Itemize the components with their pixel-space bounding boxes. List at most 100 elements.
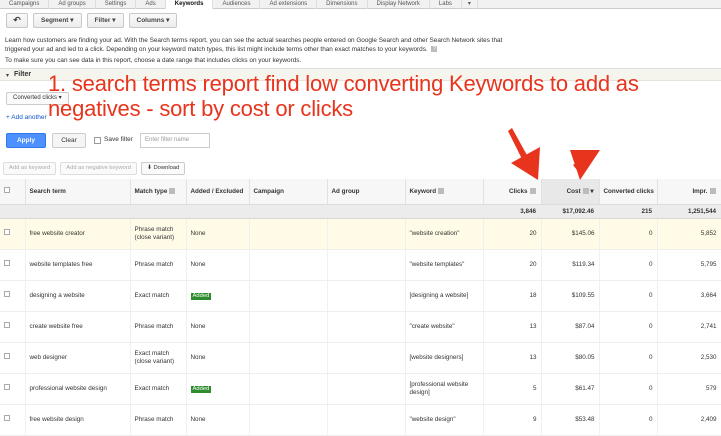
row-checkbox[interactable]: [4, 353, 10, 360]
cell-added-excluded: Added: [186, 280, 250, 312]
row-checkbox-cell[interactable]: [0, 373, 26, 405]
cell-keyword: [professional website design]: [405, 373, 484, 405]
cell-converted-clicks: 0: [599, 280, 658, 312]
row-checkbox-cell[interactable]: [0, 280, 26, 312]
cell-added-excluded: Added: [186, 373, 250, 405]
cell-cost: $109.55: [541, 280, 600, 312]
cell-match-type: Phrase match: [130, 404, 187, 436]
header-label: Keyword: [409, 187, 437, 195]
cell-clicks: 18: [483, 280, 542, 312]
tab-audiences[interactable]: Audiences: [213, 0, 261, 9]
header-cost[interactable]: Cost ▾: [541, 179, 600, 205]
cell-match-type: Exact match: [130, 373, 187, 405]
header-keyword[interactable]: Keyword: [405, 179, 484, 205]
table-row[interactable]: web designer Exact match (close variant) N…: [0, 342, 721, 374]
table-row[interactable]: website templates free Phrase match None "w…: [0, 249, 721, 281]
tab-labs[interactable]: Labs: [430, 0, 462, 9]
cell-keyword: "website creation": [405, 218, 484, 250]
cell-impressions: 2,741: [657, 311, 721, 343]
select-all-checkbox[interactable]: [4, 187, 10, 194]
help-icon[interactable]: [709, 188, 716, 195]
collapse-arrow-icon[interactable]: ▾: [6, 72, 9, 79]
clear-button[interactable]: Clear: [52, 133, 86, 148]
cell-match-type: Phrase match: [130, 249, 187, 281]
table-row[interactable]: create website free Phrase match None "crea…: [0, 311, 721, 343]
tab-display-network[interactable]: Display Network: [368, 0, 430, 9]
help-icon[interactable]: [169, 188, 176, 195]
row-checkbox[interactable]: [4, 260, 10, 267]
apply-button[interactable]: Apply: [6, 133, 46, 148]
row-checkbox-cell[interactable]: [0, 404, 26, 436]
cell-keyword: "create website": [405, 311, 484, 343]
help-icon[interactable]: [582, 188, 589, 195]
row-checkbox[interactable]: [4, 384, 10, 391]
row-checkbox[interactable]: [4, 322, 10, 329]
cell-cost: $80.05: [541, 342, 600, 374]
cell-campaign: [249, 218, 328, 250]
tab-settings[interactable]: Settings: [96, 0, 137, 9]
help-icon[interactable]: ?: [431, 45, 438, 52]
header-match-type[interactable]: Match type: [130, 179, 187, 205]
cell-ad-group: [327, 249, 406, 281]
header-label: Search term: [29, 187, 66, 195]
segment-dropdown[interactable]: Segment ▾: [33, 13, 82, 28]
row-checkbox[interactable]: [4, 415, 10, 422]
header-impressions[interactable]: Impr.: [657, 179, 721, 205]
table-actions: Add as keyword Add as negative keyword ⬇…: [0, 162, 186, 175]
row-checkbox[interactable]: [4, 291, 10, 298]
add-as-negative-keyword-button[interactable]: Add as negative keyword: [60, 162, 138, 175]
tab-ads[interactable]: Ads: [136, 0, 166, 9]
row-checkbox-cell[interactable]: [0, 218, 26, 250]
added-status: None: [190, 229, 206, 237]
tab-ad-groups[interactable]: Ad groups: [49, 0, 96, 9]
cell-cost: $145.06: [541, 218, 600, 250]
filter-name-input[interactable]: Enter filter name: [140, 133, 210, 148]
add-as-keyword-button[interactable]: Add as keyword: [3, 162, 57, 175]
help-icon[interactable]: [438, 188, 445, 195]
date-range-note: To make sure you can see data in this re…: [5, 57, 302, 64]
select-all-checkbox-cell[interactable]: [0, 179, 26, 205]
help-icon[interactable]: [529, 188, 536, 195]
filter-condition-select[interactable]: Converted clicks ▾: [6, 92, 69, 105]
added-status: None: [190, 415, 206, 423]
table-row[interactable]: designing a website Exact match Added [desi…: [0, 280, 721, 312]
cell-impressions: 5,795: [657, 249, 721, 281]
row-checkbox-cell[interactable]: [0, 249, 26, 281]
header-search-term[interactable]: Search term: [25, 179, 131, 205]
row-checkbox[interactable]: [4, 229, 10, 236]
cell-ad-group: [327, 373, 406, 405]
cell-keyword: "website templates": [405, 249, 484, 281]
cell-added-excluded: None: [186, 218, 250, 250]
header-ad-group[interactable]: Ad group: [327, 179, 406, 205]
cell-converted-clicks: 0: [599, 218, 658, 250]
tab-dimensions[interactable]: Dimensions: [317, 0, 368, 9]
header-clicks[interactable]: Clicks: [483, 179, 542, 205]
columns-dropdown[interactable]: Columns ▾: [128, 13, 178, 28]
cell-match-type: Exact match: [130, 280, 187, 312]
filter-panel: ▾ Filter Converted clicks ▾ + Add anothe…: [0, 68, 721, 156]
row-checkbox-cell[interactable]: [0, 342, 26, 374]
header-label: Match type: [134, 187, 168, 195]
cell-clicks: 20: [483, 249, 542, 281]
download-button[interactable]: ⬇ Download: [141, 162, 186, 175]
tab-ad-extensions[interactable]: Ad extensions: [260, 0, 318, 9]
tab-more-dropdown[interactable]: ▾: [462, 0, 478, 9]
tab-campaigns[interactable]: Campaigns: [0, 0, 50, 9]
row-checkbox-cell[interactable]: [0, 311, 26, 343]
total-converted-clicks: 215: [599, 204, 657, 219]
table-row[interactable]: free website creator Phrase match (close …: [0, 218, 721, 250]
save-filter-checkbox[interactable]: [94, 137, 101, 144]
description-text: Learn how customers are finding your ad.…: [5, 37, 503, 53]
header-added-excluded[interactable]: Added / Excluded: [186, 179, 250, 205]
header-converted-clicks[interactable]: Converted clicks: [599, 179, 658, 205]
tab-keywords[interactable]: Keywords: [165, 0, 214, 9]
table-row[interactable]: professional website design Exact match Ad…: [0, 373, 721, 405]
filter-dropdown[interactable]: Filter ▾: [86, 13, 124, 28]
cell-clicks: 20: [483, 218, 542, 250]
add-another-link[interactable]: + Add another: [6, 114, 47, 121]
filter-header[interactable]: ▾ Filter: [0, 69, 721, 81]
cell-search-term: designing a website: [25, 280, 131, 312]
back-button[interactable]: ↶: [6, 13, 28, 28]
table-row[interactable]: free website design Phrase match None "webs…: [0, 404, 721, 436]
header-campaign[interactable]: Campaign: [249, 179, 328, 205]
